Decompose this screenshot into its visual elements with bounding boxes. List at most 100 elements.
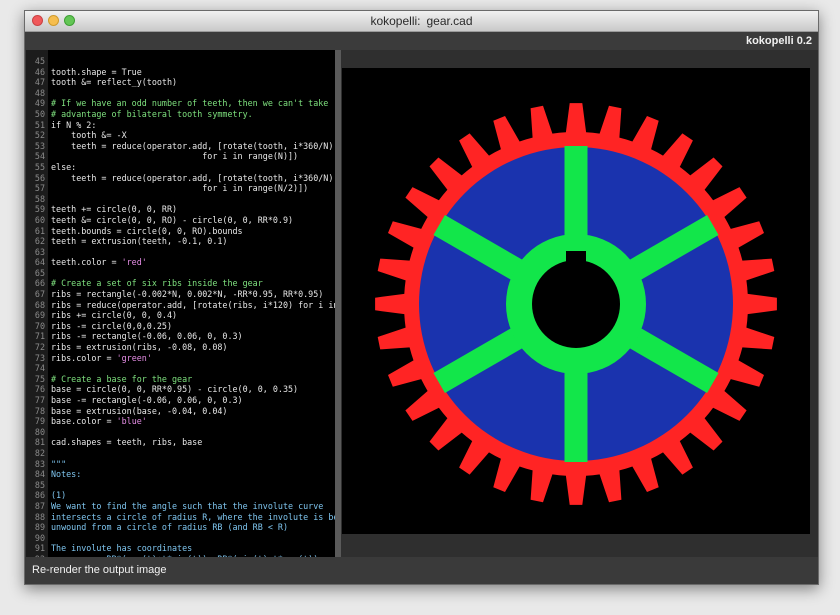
line-number: 52 [34,130,45,141]
code-text-segment: # advantage of bilateral tooth symmetry. [51,108,253,119]
line-number: 74 [34,363,45,374]
code-line[interactable]: 81 cad.shapes = teeth, ribs, base [26,437,335,448]
code-line[interactable]: 50 # advantage of bilateral tooth symmetr… [26,109,335,120]
line-number: 89 [34,522,45,533]
string-literal: 'red' [121,257,147,268]
code-text-segment: base = extrusion(base, -0.04, 0.04) [51,405,228,416]
code-line[interactable]: 52 tooth &= -X [26,130,335,141]
code-line[interactable]: 71 ribs -= rectangle(-0.06, 0.06, 0, 0.3) [26,331,335,342]
code-editor[interactable]: 45 46 tooth.shape = True 47 tooth &= reflect… [26,50,335,557]
code-line[interactable]: 56 teeth = reduce(operator.add, [rotate(… [26,173,335,184]
code-text-segment: cad.shapes = teeth, ribs, base [51,437,203,448]
code-line[interactable]: 66 # Create a set of six ribs inside the … [26,278,335,289]
line-number: 53 [34,140,45,151]
code-line[interactable]: 46 tooth.shape = True [26,67,335,78]
code-line[interactable]: 65 [26,268,335,279]
gear-render [375,103,777,505]
code-line[interactable]: 45 [26,56,335,67]
gear-bore-hole [532,260,620,348]
code-text-segment: tooth.shape = True [51,66,142,77]
line-number: 86 [34,490,45,501]
code-line[interactable]: 82 [26,448,335,459]
code-text-segment: ribs = reduce(operator.add, [rotate(ribs… [51,299,335,310]
code-text[interactable]: 45 46 tooth.shape = True 47 tooth &= reflect… [26,56,335,557]
code-line[interactable]: 48 [26,88,335,99]
line-number: 71 [34,331,45,342]
line-number: 45 [34,56,45,66]
code-line[interactable]: 63 [26,247,335,258]
code-line[interactable]: 86 (1) [26,490,335,501]
code-text-segment: teeth += circle(0, 0, RR) [51,204,178,215]
title-bar[interactable]: kokopelli: gear.cad [25,11,818,32]
code-text-segment: ribs = extrusion(ribs, -0.08, 0.08) [51,342,228,353]
code-text-segment: base.color = [51,416,117,427]
app-name-label: kokopelli 0.2 [745,35,812,47]
code-line[interactable]: 57 for i in range(N/2)]) [26,183,335,194]
code-line[interactable]: 78 base = extrusion(base, -0.04, 0.04) [26,406,335,417]
code-line[interactable]: 70 ribs -= circle(0,0,0.25) [26,321,335,332]
code-line[interactable]: 54 for i in range(N)]) [26,151,335,162]
code-text-segment: teeth.bounds = circle(0, 0, RO).bounds [51,225,243,236]
code-line[interactable]: 77 base -= rectangle(-0.06, 0.06, 0, 0.3) [26,395,335,406]
code-line[interactable]: 47 tooth &= reflect_y(tooth) [26,77,335,88]
code-line[interactable]: 51 if N % 2: [26,120,335,131]
code-line[interactable]: 90 [26,533,335,544]
line-number: 49 [34,98,45,109]
line-number: 64 [34,257,45,268]
code-text-segment: ribs -= rectangle(-0.06, 0.06, 0, 0.3) [51,331,243,342]
code-text-segment: ribs -= circle(0,0,0.25) [51,320,173,331]
line-number: 59 [34,204,45,215]
code-line[interactable]: 67 ribs = rectangle(-0.002*N, 0.002*N, -R… [26,289,335,300]
code-line[interactable]: 76 base = circle(0, 0, RR*0.95) - circle(… [26,384,335,395]
code-text-segment: teeth = reduce(operator.add, [rotate(too… [51,172,334,183]
code-line[interactable]: 58 [26,194,335,205]
line-number: 85 [34,479,45,490]
code-line[interactable]: 75 # Create a base for the gear [26,374,335,385]
line-number: 87 [34,500,45,511]
line-number: 91 [34,543,45,554]
code-line[interactable]: 53 teeth = reduce(operator.add, [rotate(… [26,141,335,152]
code-line[interactable]: 61 teeth.bounds = circle(0, 0, RO).bounds [26,226,335,237]
line-number: 63 [34,246,45,257]
line-number: 51 [34,119,45,130]
code-line[interactable]: 49 # If we have an odd number of teeth, t… [26,98,335,109]
code-line[interactable]: 79 base.color = 'blue' [26,416,335,427]
line-number: 58 [34,193,45,204]
code-line[interactable]: 60 teeth &= circle(0, 0, RO) - circle(0, … [26,215,335,226]
code-line[interactable]: 91 The involute has coordinates [26,543,335,554]
code-line[interactable]: 74 [26,363,335,374]
code-line[interactable]: 84 Notes: [26,469,335,480]
line-number: 76 [34,384,45,395]
app-header: kokopelli 0.2 [25,32,818,50]
code-line[interactable]: 69 ribs += circle(0, 0, 0.4) [26,310,335,321]
code-text-segment: (1) [51,490,67,501]
code-text-segment: # Create a base for the gear [51,373,193,384]
code-text-segment: intersects a circle of radius R, where t… [51,511,335,522]
window-title-app: kokopelli: [370,14,421,28]
code-line[interactable]: 87 We want to find the angle such that th… [26,501,335,512]
line-number: 82 [34,447,45,458]
line-number: 47 [34,77,45,88]
code-text-segment: for i in range(N/2)]) [51,183,309,194]
line-number: 60 [34,214,45,225]
render-canvas[interactable] [342,68,810,534]
code-line[interactable]: 62 teeth = extrusion(teeth, -0.1, 0.1) [26,236,335,247]
code-text-segment: base = circle(0, 0, RR*0.95) - circle(0,… [51,384,299,395]
code-text-segment: teeth.color = [51,257,122,268]
code-line[interactable]: 55 else: [26,162,335,173]
code-line[interactable]: 68 ribs = reduce(operator.add, [rotate(ri… [26,300,335,311]
code-line[interactable]: 89 unwound from a circle of radius RB (an… [26,522,335,533]
line-number: 66 [34,278,45,289]
line-number: 69 [34,310,45,321]
render-viewer [341,50,818,557]
code-line[interactable]: 88 intersects a circle of radius R, where… [26,512,335,523]
code-line[interactable]: 59 teeth += circle(0, 0, RR) [26,204,335,215]
line-number: 79 [34,416,45,427]
code-line[interactable]: 83 """ [26,459,335,470]
code-line[interactable]: 80 [26,427,335,438]
code-line[interactable]: 73 ribs.color = 'green' [26,353,335,364]
code-line[interactable]: 72 ribs = extrusion(ribs, -0.08, 0.08) [26,342,335,353]
code-line[interactable]: 64 teeth.color = 'red' [26,257,335,268]
code-line[interactable]: 85 [26,480,335,491]
app-window: kokopelli: gear.cad kokopelli 0.2 45 46 too… [24,10,819,585]
